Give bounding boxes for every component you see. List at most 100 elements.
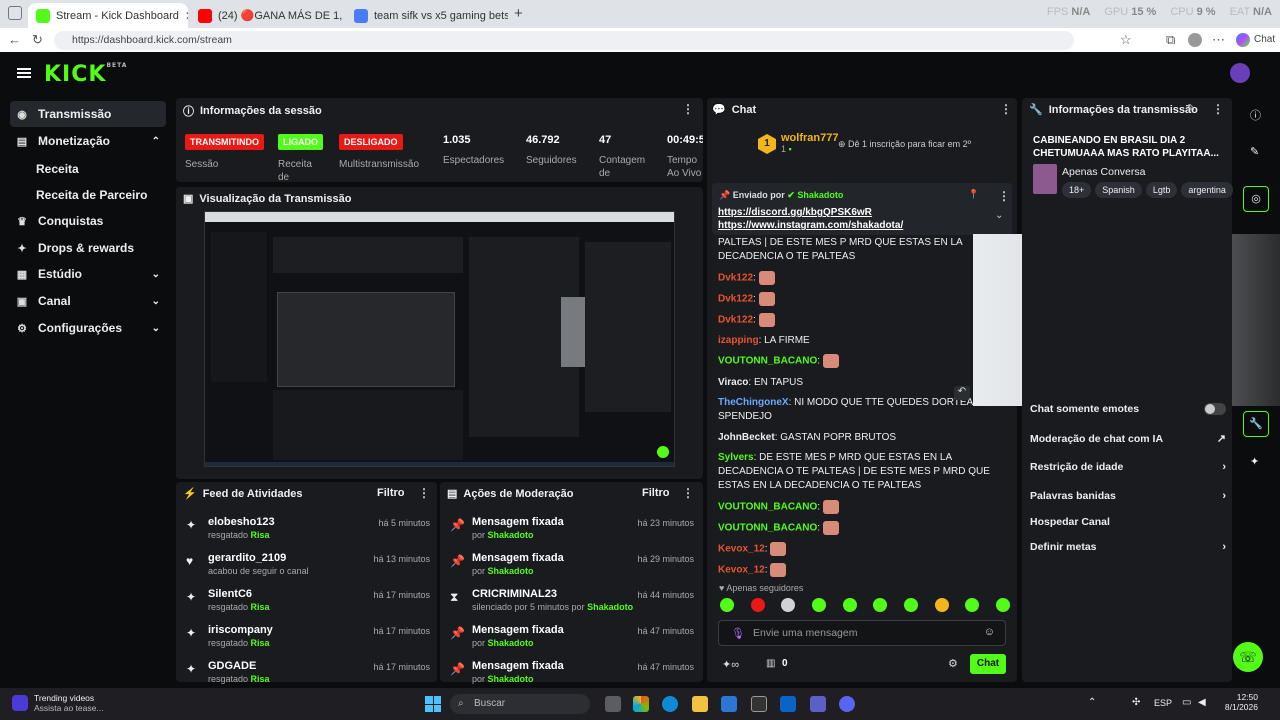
file-explorer-icon[interactable] bbox=[692, 696, 708, 712]
tag[interactable]: 18+ bbox=[1062, 182, 1092, 198]
sidebar-item-transmissao[interactable]: ◉ Transmissão bbox=[10, 101, 166, 127]
tab-search[interactable]: team sifk vs x5 gaming bets - Búsq... ✕ bbox=[346, 3, 508, 28]
stream-info-menu-icon[interactable]: ⋮ bbox=[1212, 102, 1224, 116]
sidebar-item-conquistas[interactable]: ♛ Conquistas bbox=[10, 208, 166, 234]
tab-youtube[interactable]: (24) 🔴GANA MÁS DE 1,000 SOLE... ✕ bbox=[190, 3, 342, 28]
chat-username[interactable]: VOUTONN_BACANO bbox=[718, 356, 817, 367]
close-tab-icon[interactable]: ✕ bbox=[185, 9, 188, 23]
discord-icon[interactable] bbox=[839, 696, 855, 712]
scroll-to-bottom-icon[interactable]: ↶ bbox=[954, 386, 970, 400]
tab-menu-icon[interactable] bbox=[8, 6, 22, 20]
new-tab-button[interactable]: + bbox=[514, 5, 523, 22]
emote-button-icon[interactable] bbox=[873, 598, 888, 612]
emote-button-icon[interactable] bbox=[811, 598, 826, 612]
chat-menu-icon[interactable]: ⋮ bbox=[1000, 102, 1012, 116]
windows-start-icon[interactable] bbox=[425, 696, 441, 712]
sidebar-item-configuracoes[interactable]: ⚙ Configurações ⌄ bbox=[10, 315, 166, 341]
sidebar-item-monetizacao[interactable]: ▤ Monetização ⌃ bbox=[10, 128, 166, 154]
feed-row[interactable]: ♥ gerardito_2109 acabou de seguir o cana… bbox=[186, 552, 430, 588]
outlook-icon[interactable] bbox=[780, 696, 796, 712]
chat-username[interactable]: Sylvers bbox=[718, 452, 754, 463]
hamburger-menu-icon[interactable] bbox=[17, 68, 31, 78]
infinity-points-icon[interactable]: ✦∞ bbox=[722, 658, 739, 671]
collections-icon[interactable]: ⧉ bbox=[1166, 32, 1175, 48]
send-chat-button[interactable]: Chat bbox=[970, 654, 1006, 674]
favorite-star-icon[interactable]: ☆ bbox=[1120, 32, 1132, 48]
chat-username[interactable]: VOUTONN_BACANO bbox=[718, 522, 817, 533]
url-field[interactable]: https://dashboard.kick.com/stream bbox=[54, 31, 1074, 50]
emote-button-icon[interactable] bbox=[903, 598, 918, 612]
language-indicator[interactable]: ESP bbox=[1154, 698, 1172, 708]
sidebar-item-drops[interactable]: ✦ Drops & rewards bbox=[10, 235, 166, 261]
feed-menu-icon[interactable]: ⋮ bbox=[418, 486, 430, 500]
more-menu-icon[interactable]: ⋯ bbox=[1212, 32, 1225, 48]
session-menu-icon[interactable]: ⋮ bbox=[682, 102, 694, 116]
setting-age-restriction[interactable]: Restrição de idade › bbox=[1030, 461, 1226, 473]
unpin-icon[interactable]: 📍 bbox=[968, 189, 979, 200]
tag[interactable]: Spanish bbox=[1095, 182, 1142, 198]
volume-icon[interactable]: ◀ bbox=[1198, 697, 1206, 708]
copilot-icon[interactable] bbox=[1236, 33, 1250, 47]
chevron-down-icon[interactable]: ⌄ bbox=[995, 210, 1003, 221]
back-icon[interactable]: ← bbox=[8, 32, 21, 47]
feed-row[interactable]: 📌 Mensagem fixada por Shakadoto há 47 mi… bbox=[450, 624, 694, 660]
sidebar-item-canal[interactable]: ▣ Canal ⌄ bbox=[10, 288, 166, 314]
chat-username[interactable]: Dvk122 bbox=[718, 314, 753, 325]
chat-label[interactable]: Chat bbox=[1254, 34, 1275, 45]
teams-icon[interactable] bbox=[810, 696, 826, 712]
pencil-rail-icon[interactable]: ✎ bbox=[1250, 145, 1259, 158]
app-icon[interactable] bbox=[751, 696, 767, 712]
setting-emote-only-chat[interactable]: Chat somente emotes bbox=[1030, 403, 1226, 415]
pinned-link-discord[interactable]: https://discord.gg/kbgQPSK6wR bbox=[718, 207, 872, 218]
emote-button-icon[interactable] bbox=[720, 598, 734, 612]
user-avatar[interactable] bbox=[1230, 63, 1250, 83]
task-view-icon[interactable] bbox=[605, 696, 621, 712]
emote-button-icon[interactable] bbox=[750, 598, 765, 612]
moderation-filter-button[interactable]: Filtro bbox=[642, 487, 670, 499]
edit-pencil-icon[interactable]: ✎ bbox=[1187, 103, 1195, 114]
setting-host-channel[interactable]: Hospedar Canal bbox=[1030, 516, 1226, 528]
setting-banned-words[interactable]: Palavras banidas › bbox=[1030, 490, 1226, 502]
wifi-icon[interactable]: ✣ bbox=[1132, 697, 1140, 708]
clock[interactable]: 12:50 8/1/2026 bbox=[1218, 692, 1258, 712]
pinned-link-instagram[interactable]: https://www.instagram.com/shakadota/ bbox=[718, 220, 903, 231]
tray-chevron-icon[interactable]: ⌃ bbox=[1088, 697, 1096, 708]
sidebar-item-estudio[interactable]: ▦ Estúdio ⌄ bbox=[10, 261, 166, 287]
setting-ai-moderation[interactable]: Moderação de chat com IA ↗ bbox=[1030, 432, 1226, 446]
emote-button-icon[interactable] bbox=[842, 598, 857, 612]
chat-username[interactable]: Kevox_12 bbox=[718, 543, 765, 554]
taskbar-search[interactable]: ⌕ Buscar bbox=[450, 694, 590, 714]
feed-row[interactable]: ✦ SilentC6 resgatado Risa há 17 minutos bbox=[186, 588, 430, 624]
feed-row[interactable]: 📌 Mensagem fixada por Shakadoto há 23 mi… bbox=[450, 516, 694, 552]
chat-username[interactable]: izapping bbox=[718, 335, 759, 346]
chat-username[interactable]: Kevox_12 bbox=[718, 565, 765, 576]
feed-row[interactable]: 📌 Mensagem fixada por Shakadoto há 29 mi… bbox=[450, 552, 694, 588]
profile-avatar[interactable] bbox=[1188, 33, 1202, 47]
store-icon[interactable] bbox=[721, 696, 737, 712]
sidebar-subitem-receita[interactable]: Receita bbox=[36, 162, 79, 176]
chat-username[interactable]: VOUTONN_BACANO bbox=[718, 501, 817, 512]
chat-username[interactable]: TheChingoneX bbox=[718, 397, 789, 408]
emote-only-toggle[interactable] bbox=[1204, 403, 1226, 415]
feed-filter-button[interactable]: Filtro bbox=[377, 487, 405, 499]
wrench-rail-icon[interactable]: 🔧 bbox=[1243, 411, 1269, 437]
copilot-taskbar-icon[interactable] bbox=[633, 696, 649, 712]
chat-username[interactable]: Dvk122 bbox=[718, 272, 753, 283]
feed-row[interactable]: ✦ elobesho123 resgatado Risa há 5 minuto… bbox=[186, 516, 430, 552]
chat-username[interactable]: Dvk122 bbox=[718, 293, 753, 304]
edge-icon[interactable] bbox=[662, 696, 678, 712]
moderation-menu-icon[interactable]: ⋮ bbox=[682, 486, 694, 500]
info-rail-icon[interactable]: ⓘ bbox=[1250, 107, 1261, 123]
gift-rail-icon[interactable]: ✦ bbox=[1250, 455, 1259, 468]
emote-button-icon[interactable] bbox=[934, 598, 949, 612]
reload-icon[interactable]: ↻ bbox=[32, 32, 43, 48]
stream-preview-video[interactable] bbox=[204, 211, 675, 467]
feed-row[interactable]: ✦ iriscompany resgatado Risa há 17 minut… bbox=[186, 624, 430, 660]
tag[interactable]: argentina bbox=[1181, 182, 1233, 198]
feed-row[interactable]: ⧗ CRICRIMINAL23 silenciado por 5 minutos… bbox=[450, 588, 694, 624]
chat-username[interactable]: Viraco bbox=[718, 377, 748, 388]
emote-button-icon[interactable] bbox=[781, 598, 796, 612]
emoji-icon[interactable]: ☺ bbox=[984, 626, 995, 638]
microphone-icon[interactable]: 🎙 bbox=[731, 627, 745, 640]
trending-widget[interactable]: Trending videos Assista ao tease... bbox=[34, 693, 103, 713]
